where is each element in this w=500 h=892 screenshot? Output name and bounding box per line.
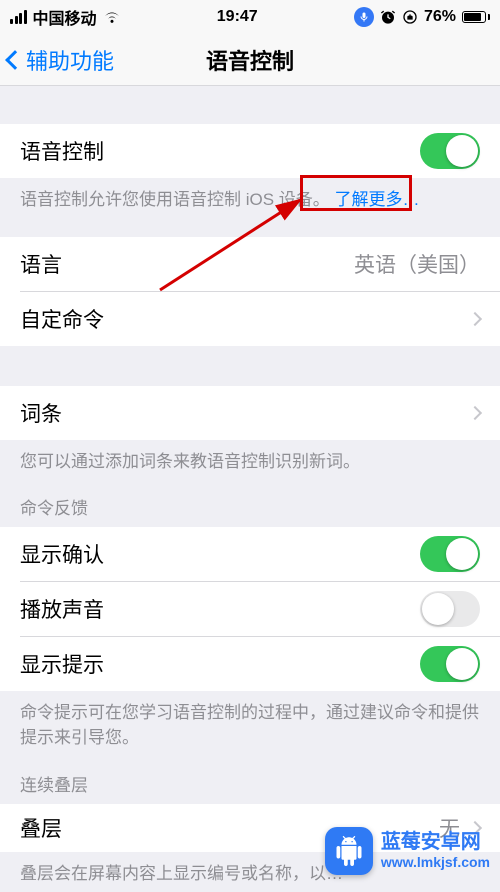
language-label: 语言	[20, 249, 62, 279]
voice-control-row[interactable]: 语音控制	[0, 124, 500, 178]
custom-commands-row[interactable]: 自定命令	[0, 292, 500, 346]
show-hints-row[interactable]: 显示提示	[0, 637, 500, 691]
alarm-icon	[380, 9, 396, 25]
play-sound-row[interactable]: 播放声音	[0, 582, 500, 636]
battery-pct: 76%	[424, 8, 456, 26]
page-title: 语音控制	[206, 44, 294, 76]
vocabulary-row[interactable]: 词条	[0, 386, 500, 440]
rotation-lock-icon	[402, 9, 418, 25]
microphone-indicator-icon	[354, 7, 374, 27]
status-bar: 中国移动 19:47 76%	[0, 0, 500, 34]
nav-bar: 辅助功能 语音控制	[0, 34, 500, 86]
play-sound-toggle[interactable]	[420, 591, 480, 627]
wifi-icon	[103, 10, 121, 24]
watermark-icon	[325, 827, 373, 875]
learn-more-link[interactable]: 了解更多…	[335, 190, 420, 209]
chevron-right-icon	[468, 406, 482, 420]
voice-control-footer: 语音控制允许您使用语音控制 iOS 设备。 了解更多…	[0, 178, 500, 219]
status-right: 76%	[354, 7, 490, 27]
vocabulary-label: 词条	[20, 398, 62, 428]
overlay-header: 连续叠层	[0, 757, 500, 804]
chevron-left-icon	[5, 50, 25, 70]
voice-control-label: 语音控制	[20, 136, 104, 166]
vocabulary-footer: 您可以通过添加词条来教语音控制识别新词。	[0, 440, 500, 481]
voice-control-toggle[interactable]	[420, 133, 480, 169]
language-value: 英语（美国）	[62, 249, 480, 279]
show-hints-label: 显示提示	[20, 649, 104, 679]
show-confirm-label: 显示确认	[20, 539, 104, 569]
show-confirm-row[interactable]: 显示确认	[0, 527, 500, 581]
carrier-label: 中国移动	[33, 5, 97, 29]
play-sound-label: 播放声音	[20, 594, 104, 624]
feedback-footer: 命令提示可在您学习语音控制的过程中，通过建议命令和提供提示来引导您。	[0, 691, 500, 756]
language-row[interactable]: 语言 英语（美国）	[0, 237, 500, 291]
back-label: 辅助功能	[26, 44, 114, 76]
feedback-header: 命令反馈	[0, 480, 500, 527]
voice-control-footer-text: 语音控制允许您使用语音控制 iOS 设备。	[20, 190, 330, 209]
show-confirm-toggle[interactable]	[420, 536, 480, 572]
signal-bars-icon	[10, 10, 27, 24]
watermark: 蓝莓安卓网 www.lmkjsf.com	[321, 825, 494, 877]
back-button[interactable]: 辅助功能	[8, 34, 114, 85]
overlay-label: 叠层	[20, 813, 62, 843]
status-time: 19:47	[217, 8, 258, 26]
battery-icon	[462, 11, 490, 23]
watermark-url: www.lmkjsf.com	[381, 854, 490, 870]
status-left: 中国移动	[10, 5, 121, 29]
custom-commands-label: 自定命令	[20, 304, 104, 334]
show-hints-toggle[interactable]	[420, 646, 480, 682]
watermark-name: 蓝莓安卓网	[381, 831, 490, 854]
chevron-right-icon	[468, 312, 482, 326]
